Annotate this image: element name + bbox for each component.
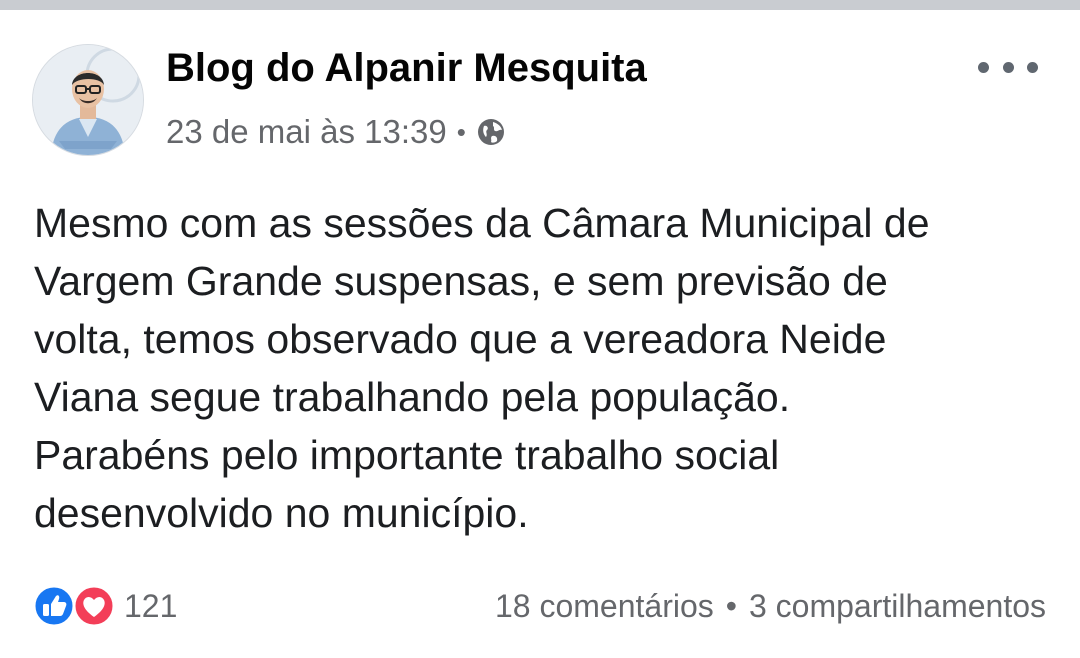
reaction-icons bbox=[32, 584, 118, 628]
avatar[interactable] bbox=[32, 44, 144, 156]
comments-link[interactable]: 18 comentários bbox=[495, 588, 714, 625]
post-meta: 23 de mai às 13:39 • bbox=[166, 110, 506, 154]
post-footer: 121 18 comentários • 3 compartilhamentos bbox=[32, 584, 1046, 628]
post-stats: 18 comentários • 3 compartilhamentos bbox=[495, 588, 1046, 625]
meta-separator: • bbox=[456, 116, 466, 147]
reaction-count: 121 bbox=[124, 587, 178, 624]
like-icon bbox=[32, 584, 76, 628]
author-name[interactable]: Blog do Alpanir Mesquita bbox=[166, 46, 647, 91]
more-dot bbox=[1002, 61, 1014, 73]
shares-link[interactable]: 3 compartilhamentos bbox=[749, 588, 1046, 625]
post-timestamp[interactable]: 23 de mai às 13:39 bbox=[166, 113, 447, 151]
reactions-summary[interactable]: 121 bbox=[32, 584, 177, 628]
more-dot bbox=[978, 61, 989, 73]
more-options-icon[interactable] bbox=[978, 52, 1038, 82]
stats-separator: • bbox=[725, 587, 737, 624]
more-dot bbox=[1027, 61, 1038, 73]
avatar-image bbox=[33, 45, 143, 155]
love-icon bbox=[72, 584, 116, 628]
post-text: Mesmo com as sessões da Câmara Municipal… bbox=[34, 200, 930, 536]
globe-icon[interactable] bbox=[476, 117, 506, 147]
top-divider bbox=[0, 0, 1080, 10]
